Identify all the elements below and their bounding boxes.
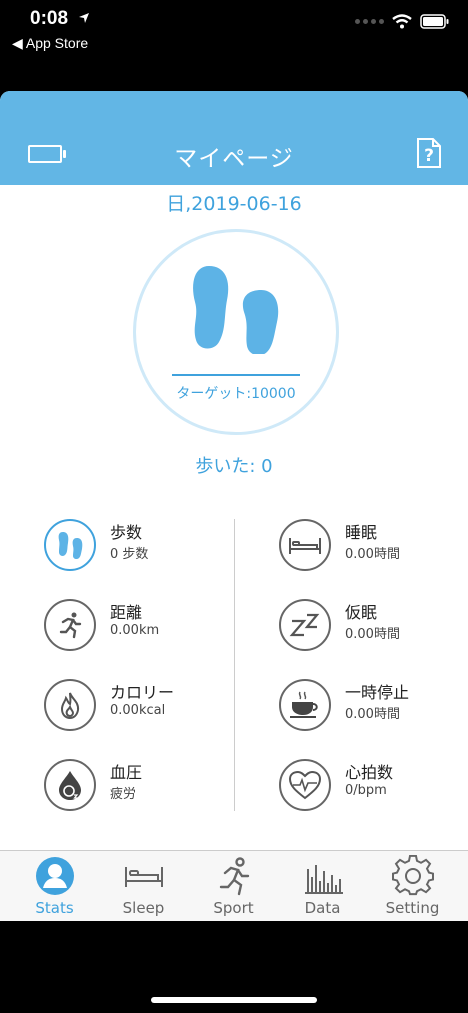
tab-stats-label: Stats [35, 899, 74, 917]
stat-nap[interactable]: 仮眠 0.00時間 [279, 599, 468, 659]
oxygen-drop-icon [44, 759, 96, 811]
stat-distance-value: 0.00km [110, 623, 160, 638]
stat-blood-pressure-name: 血圧 [110, 763, 143, 782]
stat-steps-name: 歩数 [110, 523, 143, 542]
stat-distance-name: 距離 [110, 603, 143, 622]
wifi-icon [392, 14, 412, 29]
stat-calories-name: カロリー [110, 683, 175, 702]
tab-bar: Stats Sleep Sport Data Setting [0, 850, 468, 921]
stat-nap-name: 仮眠 [345, 603, 378, 622]
runner-icon [44, 599, 96, 651]
status-time: 0:08 [30, 8, 69, 29]
zz-icon [279, 599, 331, 651]
tab-data[interactable]: Data [276, 851, 369, 921]
tab-data-label: Data [304, 899, 341, 917]
steps-walked-label: 歩いた: 0 [195, 456, 273, 477]
coffee-cup-icon [279, 679, 331, 731]
stat-heart-rate-name: 心拍数 [345, 763, 394, 782]
back-to-app-store-link[interactable]: ◀ App Store [12, 35, 88, 52]
stat-calories[interactable]: カロリー 0.00kcal [44, 679, 244, 739]
status-bar: 0:08 ◀ App Store [0, 0, 468, 90]
tab-stats[interactable]: Stats [8, 851, 101, 921]
page-title: マイページ [174, 146, 294, 172]
stat-pause-value: 0.00時間 [345, 707, 400, 722]
tab-sleep[interactable]: Sleep [97, 851, 190, 921]
bed-icon [279, 519, 331, 571]
stat-blood-pressure[interactable]: 血圧 疲労 [44, 759, 244, 819]
header-bar: マイページ ? [0, 91, 468, 185]
tab-sport-label: Sport [213, 899, 254, 917]
stat-steps[interactable]: 歩数 0 步数 [44, 519, 244, 579]
stat-nap-value: 0.00時間 [345, 627, 400, 642]
stat-pause[interactable]: 一時停止 0.00時間 [279, 679, 468, 739]
stat-sleep[interactable]: 睡眠 0.00時間 [279, 519, 468, 579]
help-icon-glyph: ? [424, 146, 434, 166]
battery-status-icon [420, 14, 449, 29]
location-arrow-icon [79, 13, 89, 23]
date-label: 日,2019-06-16 [166, 193, 302, 215]
stat-steps-value: 0 步数 [110, 547, 149, 562]
target-label: ターゲット:10000 [176, 386, 296, 402]
tab-sleep-label: Sleep [122, 899, 165, 917]
stat-distance[interactable]: 距離 0.00km [44, 599, 244, 659]
stat-sleep-value: 0.00時間 [345, 547, 400, 562]
bar-chart-icon [305, 865, 343, 894]
gear-icon [392, 855, 434, 896]
stat-sleep-name: 睡眠 [345, 523, 378, 542]
stat-heart-rate[interactable]: 心拍数 0/bpm [279, 759, 468, 819]
runner-icon [219, 857, 250, 896]
footsteps-icon [44, 519, 96, 571]
stat-pause-name: 一時停止 [345, 683, 410, 702]
target-underline [172, 374, 300, 376]
stat-heart-rate-value: 0/bpm [345, 783, 387, 798]
signal-dots-icon [355, 19, 384, 24]
step-ring[interactable]: ターゲット:10000 [133, 229, 339, 435]
flame-icon [44, 679, 96, 731]
home-indicator[interactable] [151, 997, 317, 1003]
person-icon [36, 857, 74, 895]
tab-sport[interactable]: Sport [187, 851, 280, 921]
tab-setting[interactable]: Setting [366, 851, 459, 921]
app-screen: マイページ ? 日,2019-06-16 ターゲット:10000 歩いた: 0 … [0, 91, 468, 921]
help-icon[interactable]: ? [416, 137, 442, 169]
stat-calories-value: 0.00kcal [110, 703, 166, 718]
heart-rate-icon [279, 759, 331, 811]
tab-setting-label: Setting [385, 899, 440, 917]
status-indicators [355, 14, 450, 29]
bed-icon [125, 867, 163, 887]
footsteps-icon [193, 266, 279, 354]
stat-blood-pressure-value: 疲労 [110, 787, 137, 802]
